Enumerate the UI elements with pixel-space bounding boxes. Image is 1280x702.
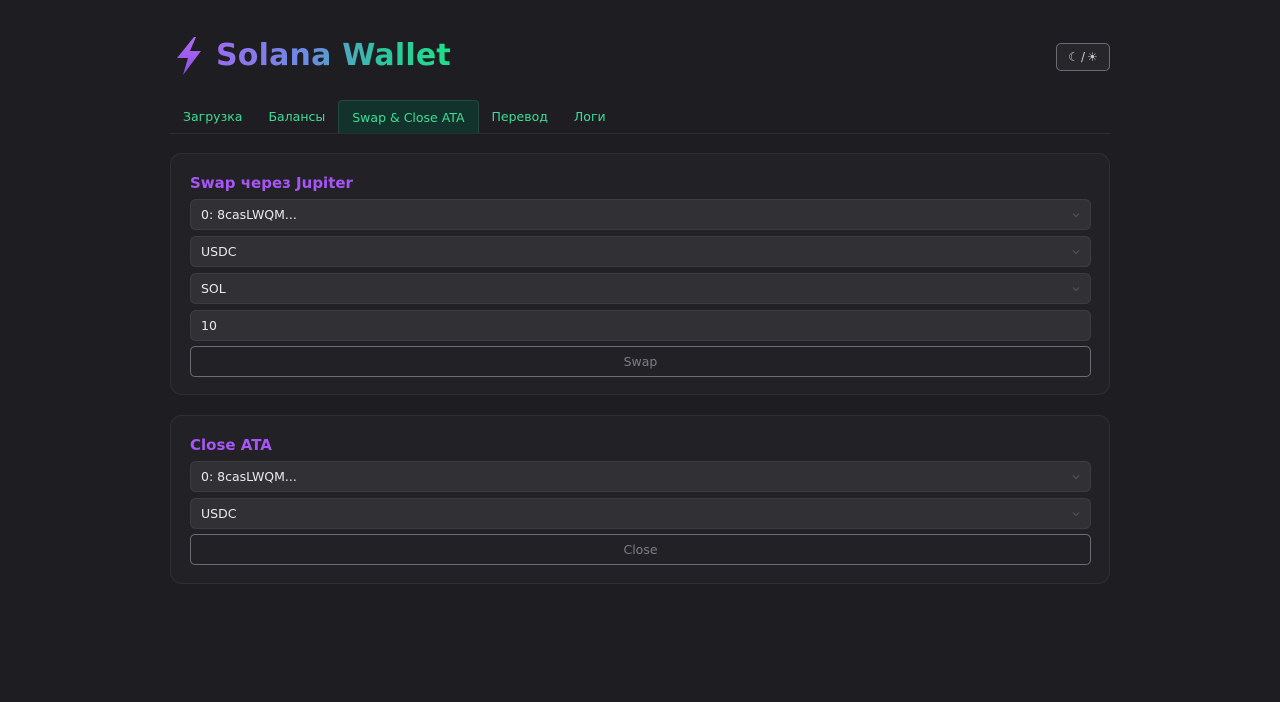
- close-ata-card: Close ATA 0: 8casLWQM... USDC Close: [170, 415, 1110, 584]
- tab-swap-close-ata[interactable]: Swap & Close ATA: [338, 100, 479, 133]
- swap-to-token-select[interactable]: SOL: [190, 273, 1091, 304]
- close-button[interactable]: Close: [190, 534, 1091, 565]
- swap-amount-value: 10: [201, 318, 217, 333]
- theme-toggle-separator: /: [1080, 50, 1086, 64]
- close-wallet-select-value: 0: 8casLWQM...: [201, 469, 297, 484]
- tab-load[interactable]: Загрузка: [170, 100, 255, 133]
- tab-transfer[interactable]: Перевод: [479, 100, 561, 133]
- tab-logs[interactable]: Логи: [561, 100, 619, 133]
- swap-button[interactable]: Swap: [190, 346, 1091, 377]
- close-token-select-value: USDC: [201, 506, 237, 521]
- swap-card-title: Swap через Jupiter: [190, 174, 353, 192]
- swap-to-token-value: SOL: [201, 281, 226, 296]
- swap-from-token-select[interactable]: USDC: [190, 236, 1091, 267]
- chevron-down-icon: [1072, 250, 1080, 255]
- swap-from-token-value: USDC: [201, 244, 237, 259]
- chevron-down-icon: [1072, 512, 1080, 517]
- swap-amount-input[interactable]: 10: [190, 310, 1091, 341]
- swap-wallet-select[interactable]: 0: 8casLWQM...: [190, 199, 1091, 230]
- logo: Solana Wallet: [172, 36, 451, 76]
- swap-card: Swap через Jupiter 0: 8casLWQM... USDC S…: [170, 153, 1110, 395]
- header: Solana Wallet ☾ / ☀: [170, 0, 1110, 100]
- chevron-down-icon: [1072, 213, 1080, 218]
- chevron-down-icon: [1072, 287, 1080, 292]
- app-container: Solana Wallet ☾ / ☀ Загрузка Балансы Swa…: [170, 0, 1110, 584]
- tab-bar: Загрузка Балансы Swap & Close ATA Перево…: [170, 100, 1110, 134]
- moon-icon: ☾: [1068, 50, 1079, 64]
- theme-toggle-button[interactable]: ☾ / ☀: [1056, 43, 1110, 71]
- close-ata-card-title: Close ATA: [190, 436, 272, 454]
- close-token-select[interactable]: USDC: [190, 498, 1091, 529]
- tab-balances[interactable]: Балансы: [255, 100, 338, 133]
- swap-wallet-select-value: 0: 8casLWQM...: [201, 207, 297, 222]
- sun-icon: ☀: [1087, 50, 1098, 64]
- app-title: Solana Wallet: [216, 36, 451, 76]
- close-wallet-select[interactable]: 0: 8casLWQM...: [190, 461, 1091, 492]
- chevron-down-icon: [1072, 475, 1080, 480]
- lightning-bolt-icon: [177, 37, 201, 75]
